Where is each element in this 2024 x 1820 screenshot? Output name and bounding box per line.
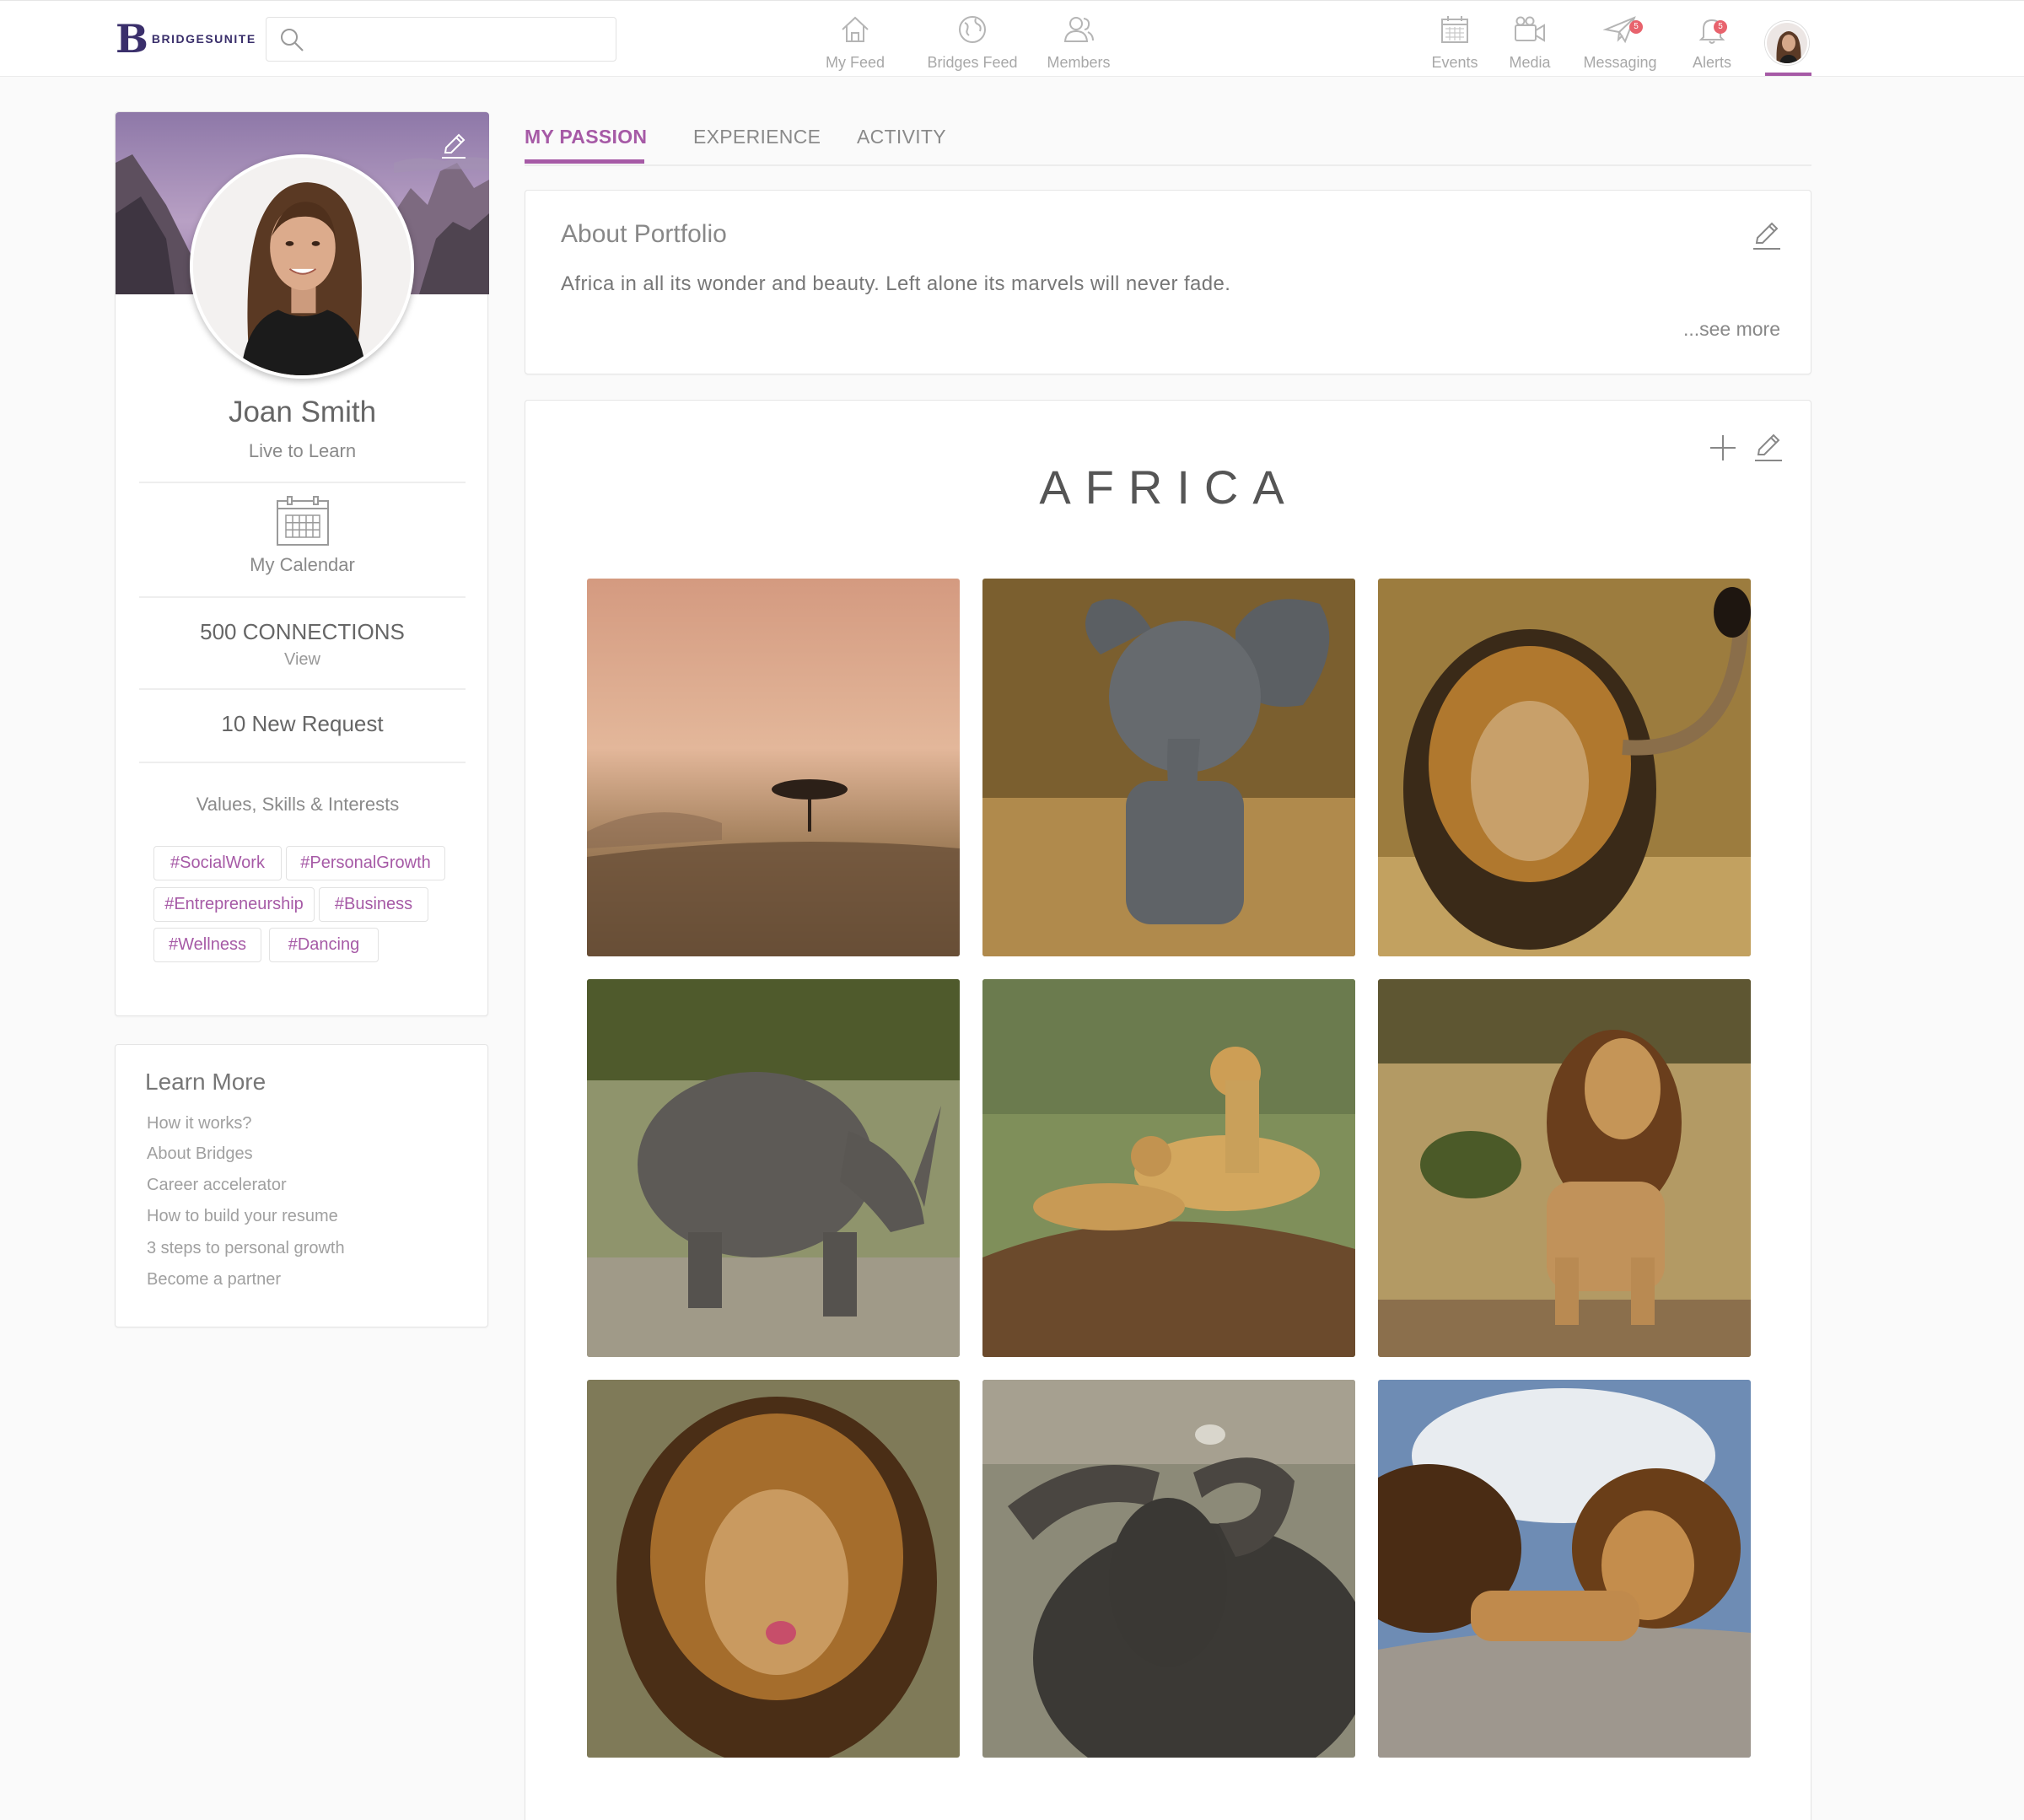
- learn-link-how-it-works[interactable]: How it works?: [147, 1114, 251, 1133]
- about-portfolio-text: Africa in all its wonder and beauty. Lef…: [561, 272, 1231, 295]
- new-requests[interactable]: 10 New Request: [116, 711, 489, 737]
- photo-lion-standing[interactable]: [1378, 979, 1751, 1357]
- messaging-badge: 5: [1629, 20, 1643, 34]
- connections-view-link[interactable]: View: [116, 650, 489, 670]
- photo-cheetahs-image: [982, 979, 1355, 1357]
- learn-link-build-resume[interactable]: How to build your resume: [147, 1207, 338, 1226]
- photo-lion-tail[interactable]: [1378, 579, 1751, 956]
- avatar-photo: [1767, 23, 1807, 63]
- members-icon: [1063, 17, 1094, 42]
- search-input[interactable]: [314, 18, 616, 61]
- nav-events-label: Events: [1431, 54, 1478, 71]
- divider: [139, 482, 466, 483]
- nav-media-label: Media: [1509, 54, 1551, 71]
- calendar-icon: [1441, 16, 1468, 43]
- photo-lion-licking[interactable]: [587, 1380, 960, 1758]
- photo-baby-elephant[interactable]: [982, 579, 1355, 956]
- my-calendar-label[interactable]: My Calendar: [116, 554, 489, 576]
- video-camera-icon: [1515, 16, 1545, 42]
- tab-experience[interactable]: EXPERIENCE: [693, 126, 821, 148]
- logo-wordmark: BRIDGESUNITE: [151, 32, 256, 46]
- photo-rhino-image: [587, 979, 960, 1357]
- nav-alerts-label: Alerts: [1692, 54, 1731, 71]
- tag-wellness[interactable]: #Wellness: [153, 928, 261, 962]
- tab-activity[interactable]: ACTIVITY: [857, 126, 946, 148]
- nav-alerts[interactable]: Alerts 5: [1688, 13, 1736, 73]
- nav-my-feed-label: My Feed: [825, 54, 886, 71]
- user-avatar[interactable]: [1765, 21, 1809, 65]
- avatar-active-indicator: [1765, 73, 1811, 76]
- photo-cape-buffalo[interactable]: [982, 1380, 1355, 1758]
- about-portfolio-title: About Portfolio: [561, 220, 727, 248]
- profile-photo[interactable]: [190, 154, 414, 379]
- profile-name: Joan Smith: [228, 396, 377, 428]
- nav-my-feed[interactable]: My Feed: [825, 13, 886, 73]
- tab-my-passion[interactable]: MY PASSION: [525, 126, 647, 148]
- photo-acacia-image: [587, 579, 960, 956]
- divider: [139, 596, 466, 598]
- photo-acacia-savanna[interactable]: [587, 579, 960, 956]
- values-skills-title: Values, Skills & Interests: [196, 794, 400, 815]
- profile-card: Joan Smith Live to Learn My Calendar 500…: [115, 111, 489, 1016]
- photo-two-lions-rock[interactable]: [1378, 1380, 1751, 1758]
- photo-lion-licking-image: [587, 1380, 960, 1758]
- photo-two-lions-image: [1378, 1380, 1751, 1758]
- edit-cover-icon[interactable]: [439, 131, 469, 161]
- bridges-unite-logo[interactable]: B BRIDGESUNITE: [116, 19, 256, 58]
- alerts-badge: 5: [1714, 20, 1727, 34]
- divider: [139, 688, 466, 690]
- tabs-divider: [525, 164, 1811, 166]
- tag-personal-growth[interactable]: #PersonalGrowth: [286, 846, 445, 880]
- about-portfolio-card: About Portfolio Africa in all its wonder…: [525, 190, 1811, 374]
- my-calendar-icon[interactable]: [276, 496, 330, 547]
- active-tab-indicator: [525, 159, 644, 164]
- tag-dancing[interactable]: #Dancing: [269, 928, 379, 962]
- photo-cheetahs[interactable]: [982, 979, 1355, 1357]
- nav-members[interactable]: Members: [1046, 13, 1112, 73]
- tag-entrepreneurship[interactable]: #Entrepreneurship: [153, 887, 315, 922]
- top-navigation-bar: B BRIDGESUNITE My Feed Bridges Feed Memb…: [0, 0, 2024, 77]
- profile-portrait: [193, 158, 411, 375]
- see-more-link[interactable]: ...see more: [1683, 318, 1780, 341]
- photo-lion-standing-image: [1378, 979, 1751, 1357]
- nav-events[interactable]: Events: [1429, 13, 1480, 73]
- logo-letter: B: [116, 16, 148, 62]
- globe-icon: [959, 16, 986, 43]
- tag-business[interactable]: #Business: [319, 887, 428, 922]
- nav-messaging[interactable]: Messaging 5: [1582, 13, 1658, 73]
- learn-link-become-partner[interactable]: Become a partner: [147, 1270, 281, 1290]
- learn-more-title: Learn More: [145, 1069, 266, 1095]
- search-icon: [281, 28, 304, 51]
- tag-social-work[interactable]: #SocialWork: [153, 846, 282, 880]
- photo-rhino[interactable]: [587, 979, 960, 1357]
- gallery-card: AFRICA: [525, 400, 1811, 1820]
- gallery-title: AFRICA: [1039, 460, 1299, 514]
- connections-count: 500 CONNECTIONS: [200, 619, 405, 644]
- nav-bridges-feed[interactable]: Bridges Feed: [926, 13, 1019, 73]
- divider: [139, 762, 466, 763]
- photo-buffalo-image: [982, 1380, 1355, 1758]
- home-icon: [842, 16, 869, 42]
- profile-tagline: Live to Learn: [248, 440, 357, 461]
- edit-about-icon[interactable]: [1750, 219, 1784, 253]
- photo-elephant-image: [982, 579, 1355, 956]
- learn-link-career-accelerator[interactable]: Career accelerator: [147, 1176, 287, 1195]
- nav-bridges-feed-label: Bridges Feed: [927, 54, 1018, 71]
- learn-link-about-bridges[interactable]: About Bridges: [147, 1144, 253, 1164]
- learn-link-personal-growth[interactable]: 3 steps to personal growth: [147, 1239, 345, 1258]
- learn-more-card: Learn More How it works? About Bridges C…: [115, 1044, 488, 1327]
- photo-lion-tail-image: [1378, 579, 1751, 956]
- nav-members-label: Members: [1047, 54, 1111, 71]
- nav-messaging-label: Messaging: [1583, 54, 1657, 71]
- search-box[interactable]: [266, 17, 616, 62]
- nav-media[interactable]: Media: [1506, 13, 1553, 73]
